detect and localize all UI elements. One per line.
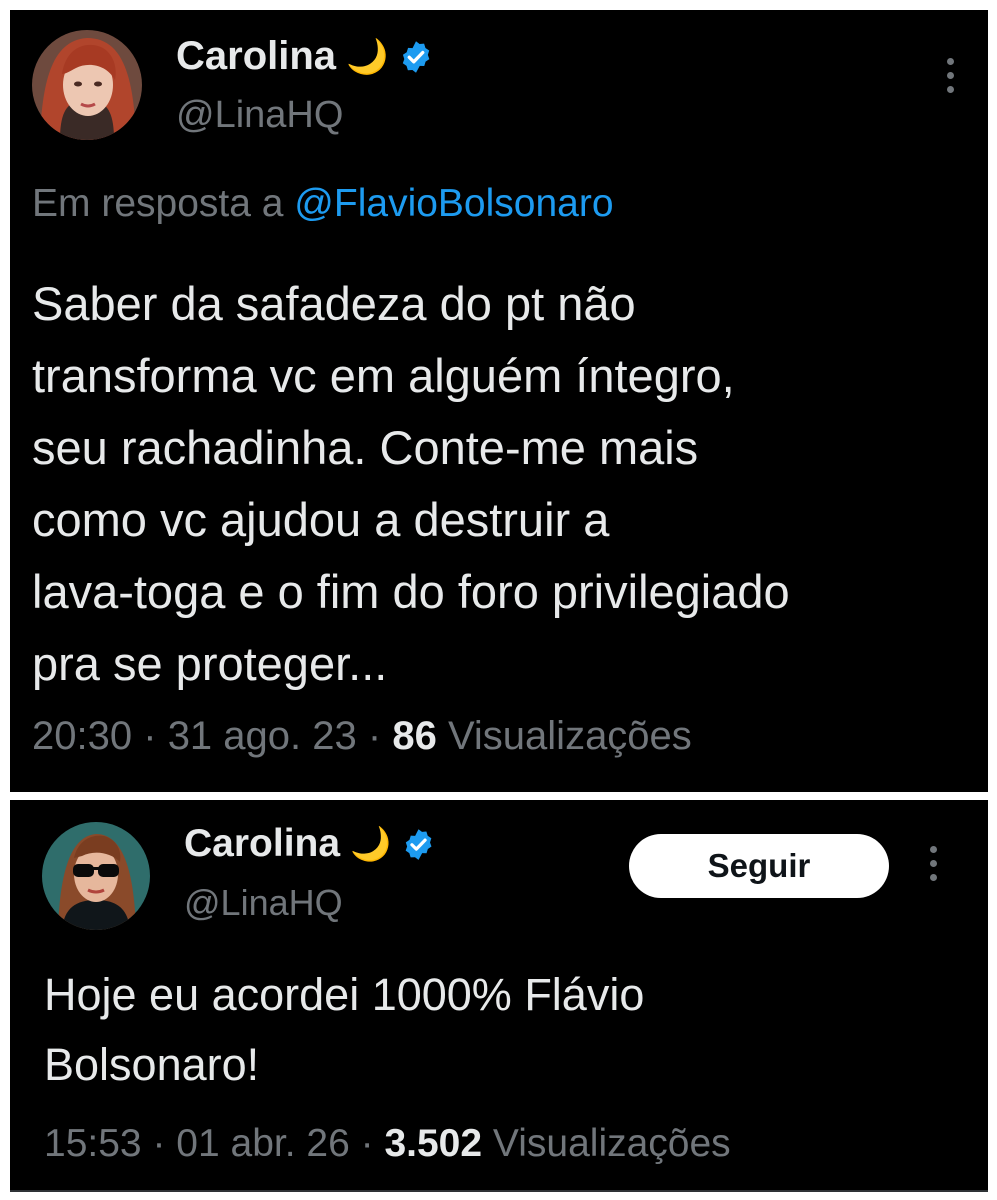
- more-options-icon[interactable]: [929, 846, 937, 881]
- tweet-time[interactable]: 20:30: [32, 714, 132, 758]
- meta-separator: ·: [367, 714, 382, 758]
- verified-badge-icon: [401, 827, 436, 862]
- tweet-text-line: Saber da safadeza do pt não: [32, 277, 636, 330]
- reply-to-handle-link[interactable]: @FlavioBolsonaro: [294, 182, 613, 225]
- avatar[interactable]: [42, 822, 150, 930]
- tweet-text-line: Bolsonaro!: [44, 1039, 260, 1090]
- tweet-time[interactable]: 15:53: [44, 1122, 142, 1165]
- tweet-text-line: transforma vc em alguém íntegro,: [32, 349, 735, 402]
- moon-emoji: 🌙: [346, 37, 389, 76]
- tweet-text: Hoje eu acordei 1000% Flávio Bolsonaro!: [44, 960, 644, 1100]
- tweet-text-line: pra se proteger...: [32, 637, 388, 690]
- author-handle[interactable]: @LinaHQ: [184, 882, 343, 924]
- tweet-meta: 15:53 · 01 abr. 26 · 3.502 Visualizações: [44, 1122, 731, 1166]
- tweet-card[interactable]: Carolina 🌙 @LinaHQ Seguir Hoje eu acorde…: [10, 800, 988, 1190]
- tweet-text-line: lava-toga e o fim do foro privilegiado: [32, 565, 790, 618]
- display-name[interactable]: Carolina: [184, 822, 340, 866]
- reply-prefix: Em resposta a: [32, 182, 284, 225]
- views-label[interactable]: Visualizações: [448, 714, 692, 758]
- views-label[interactable]: Visualizações: [493, 1122, 731, 1165]
- meta-separator: ·: [152, 1122, 166, 1165]
- verified-badge-icon: [398, 39, 434, 75]
- tweet-text-line: como vc ajudou a destruir a: [32, 493, 610, 546]
- tweet-meta: 20:30 · 31 ago. 23 · 86 Visualizações: [32, 714, 692, 759]
- reply-context: Em resposta a @FlavioBolsonaro: [32, 182, 614, 226]
- author-handle[interactable]: @LinaHQ: [176, 94, 343, 137]
- avatar[interactable]: [32, 30, 142, 140]
- meta-separator: ·: [143, 714, 157, 758]
- meta-separator: ·: [360, 1122, 374, 1165]
- author-name-row: Carolina 🌙: [176, 34, 434, 79]
- moon-emoji: 🌙: [350, 824, 392, 862]
- tweet-text-line: Hoje eu acordei 1000% Flávio: [44, 969, 645, 1020]
- bottom-divider: [10, 1190, 988, 1192]
- author-name-row: Carolina 🌙: [184, 822, 436, 866]
- more-options-icon[interactable]: [946, 58, 954, 93]
- views-count: 3.502: [384, 1122, 483, 1165]
- tweet-date[interactable]: 31 ago. 23: [168, 714, 357, 758]
- display-name[interactable]: Carolina: [176, 34, 336, 79]
- tweet-card-reply[interactable]: Carolina 🌙 @LinaHQ Em resposta a @Flavio…: [10, 10, 988, 792]
- tweet-date[interactable]: 01 abr. 26: [176, 1122, 349, 1165]
- tweet-text-line: seu rachadinha. Conte-me mais: [32, 421, 699, 474]
- follow-button[interactable]: Seguir: [629, 834, 889, 898]
- tweet-text: Saber da safadeza do pt não transforma v…: [32, 268, 790, 700]
- views-count: 86: [392, 714, 437, 758]
